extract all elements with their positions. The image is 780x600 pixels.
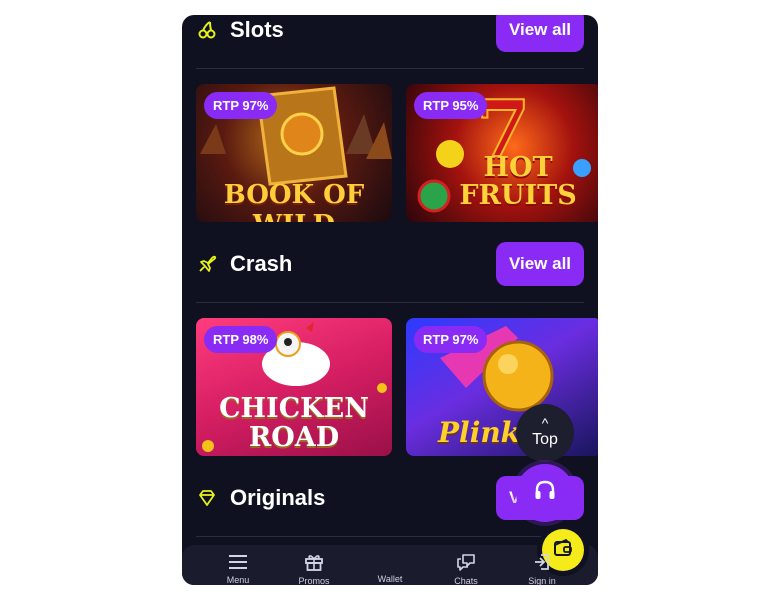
divider bbox=[196, 302, 584, 303]
chat-icon bbox=[455, 552, 477, 572]
game-title: CHICKEN ROAD bbox=[219, 393, 369, 453]
rtp-badge: RTP 95% bbox=[414, 92, 488, 119]
chevron-up-icon: ^ bbox=[541, 415, 549, 431]
cherries-icon bbox=[196, 19, 218, 41]
top-label: Top bbox=[532, 431, 558, 448]
diamond-icon bbox=[196, 487, 218, 509]
gift-icon bbox=[303, 552, 325, 572]
nav-item-wallet[interactable]: Wallet bbox=[354, 529, 584, 585]
divider bbox=[196, 536, 584, 537]
nav-label: Sign in bbox=[528, 576, 556, 585]
game-title: BOOK OF WILD bbox=[223, 180, 365, 222]
rtp-badge: RTP 98% bbox=[204, 326, 278, 353]
view-all-slots-button[interactable]: View all bbox=[496, 15, 584, 52]
rtp-badge: RTP 97% bbox=[204, 92, 278, 119]
divider bbox=[196, 68, 584, 69]
crash-section-header: Crash View all bbox=[182, 239, 598, 289]
nav-item-menu[interactable]: Menu bbox=[202, 545, 274, 585]
section-title: Slots bbox=[230, 17, 284, 42]
nav-label: Menu bbox=[226, 575, 250, 585]
section-title: Crash bbox=[230, 251, 293, 276]
airplane-icon bbox=[196, 253, 218, 275]
scroll-to-top-button[interactable]: ^ Top bbox=[516, 404, 574, 462]
nav-label: Wallet bbox=[377, 574, 403, 584]
sign-in-icon bbox=[531, 552, 553, 572]
game-card-book-of-wild[interactable]: RTP 97% BOOK OF WILD bbox=[196, 84, 392, 222]
nav-label: Chats bbox=[454, 576, 478, 585]
nav-label: Promos bbox=[298, 576, 330, 585]
nav-item-promos[interactable]: Promos bbox=[278, 545, 350, 585]
rtp-badge: RTP 97% bbox=[414, 326, 488, 353]
game-card-chicken-road[interactable]: RTP 98% CHICKEN ROAD bbox=[196, 318, 392, 456]
nav-item-sign-in[interactable]: Sign in bbox=[506, 545, 578, 585]
support-chat-button[interactable] bbox=[516, 464, 574, 522]
headset-icon bbox=[532, 478, 558, 509]
menu-icon bbox=[227, 552, 249, 571]
game-card-hot-fruits[interactable]: 7 RTP 95% HOT FRUITS bbox=[406, 84, 598, 222]
section-title: Originals bbox=[230, 485, 326, 510]
slots-section-header: Slots View all bbox=[182, 15, 598, 55]
bottom-nav: Menu Promos Wallet Chats Sign in bbox=[182, 529, 598, 585]
nav-item-chats[interactable]: Chats bbox=[430, 545, 502, 585]
game-title: HOT FRUITS bbox=[459, 152, 577, 211]
view-all-crash-button[interactable]: View all bbox=[496, 242, 584, 286]
